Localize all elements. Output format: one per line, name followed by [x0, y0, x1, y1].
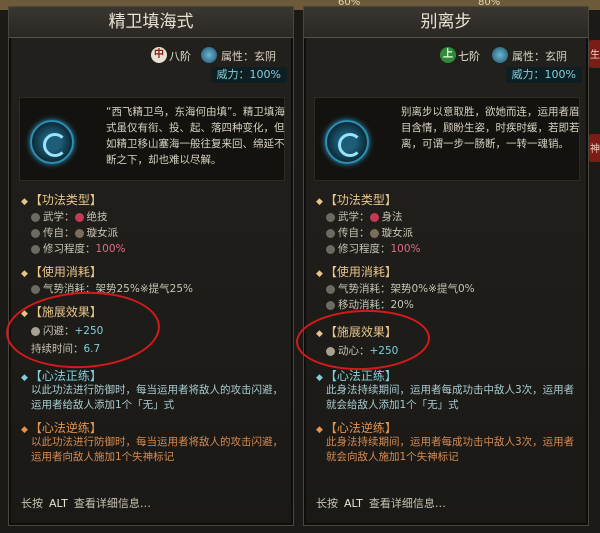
element-icon: [492, 47, 508, 63]
card-title: 别离步: [304, 7, 588, 38]
rank-row: 上 七阶 属性：玄阴: [304, 47, 588, 65]
skill-icon: [30, 120, 74, 164]
effect-header: ◆ 【施展效果】: [316, 325, 397, 339]
rank-badge: 中: [151, 47, 167, 63]
skill-card-bieli: 别离步 上 七阶 属性：玄阴 威力：100% 别离步以意取胜，欲她而连，运用者眉…: [303, 6, 589, 526]
type-row-mastery: 修习程度：100%: [326, 241, 421, 256]
description-text: “西飞精卫鸟，东海何由填”。精卫填海式虽仅有衔、投、起、落四种变化，但如精卫移山…: [106, 106, 285, 166]
cost-row-move: 移动消耗：20%: [326, 297, 414, 312]
type-row-martial: 武学： 绝技: [31, 209, 108, 224]
reverse-text: 以此功法进行防御时，每当运用者将敌人的攻击闪避，运用者向敌人施加1个失神标记: [31, 436, 283, 463]
cost-row: 气势消耗：架势25%※提气25%: [31, 281, 193, 296]
attribute-text: 属性：玄阴: [512, 50, 567, 63]
rank-text: 七阶: [458, 50, 480, 63]
type-row-mastery: 修习程度：100%: [31, 241, 126, 256]
rank-badge: 上: [440, 47, 456, 63]
attribute-text: 属性：玄阴: [221, 50, 276, 63]
effect-header: ◆ 【施展效果】: [21, 305, 102, 319]
effect-row-dodge: 闪避：+250: [31, 323, 103, 338]
skill-card-jingwei: 精卫填海式 中 八阶 属性：玄阴 威力：100% “西飞精卫鸟，东海何由填”。精…: [8, 6, 294, 526]
type-header: ◆ 【功法类型】: [316, 193, 397, 207]
card-title: 精卫填海式: [9, 7, 293, 38]
side-mark-2: 神: [588, 134, 600, 162]
type-header: ◆ 【功法类型】: [21, 193, 102, 207]
skill-icon: [325, 120, 369, 164]
description-box: “西飞精卫鸟，东海何由填”。精卫填海式虽仅有衔、投、起、落四种变化，但如精卫移山…: [19, 97, 285, 181]
cost-header: ◆ 【使用消耗】: [21, 265, 102, 279]
alt-key: ALT: [344, 497, 363, 510]
practice-header: ◆ 【心法正练】: [316, 369, 397, 383]
reverse-header: ◆ 【心法逆练】: [21, 421, 102, 435]
practice-header: ◆ 【心法正练】: [21, 369, 102, 383]
type-row-origin: 传自： 璇女派: [31, 225, 118, 240]
effect-row-duration: 持续时间：6.7: [31, 343, 101, 355]
power-badge: 威力：100%: [210, 67, 287, 83]
practice-text: 以此功法进行防御时，每当运用者将敌人的攻击闪避，运用者给敌人添加1个「无」式: [31, 384, 283, 411]
footer-hint: 长按 ALT 查看详细信息…: [21, 497, 151, 510]
cost-row-stance: 气势消耗：架势0%※提气0%: [326, 281, 475, 296]
practice-text: 此身法持续期间，运用者每成功击中敌人3次，运用者就会给敌人添加1个「无」式: [326, 384, 575, 411]
side-mark-1: 生: [588, 40, 600, 68]
rank-text: 八阶: [169, 50, 191, 63]
alt-key: ALT: [49, 497, 68, 510]
cost-header: ◆ 【使用消耗】: [316, 265, 397, 279]
reverse-header: ◆ 【心法逆练】: [316, 421, 397, 435]
description-text: 别离步以意取胜，欲她而连，运用者眉目含情，顾盼生姿，时疾时缓，若即若离，可谓一步…: [401, 106, 580, 150]
type-row-origin: 传自： 璇女派: [326, 225, 413, 240]
footer-hint: 长按 ALT 查看详细信息…: [316, 497, 446, 510]
description-box: 别离步以意取胜，欲她而连，运用者眉目含情，顾盼生姿，时疾时缓，若即若离，可谓一步…: [314, 97, 580, 181]
effect-row-charm: 动心：+250: [326, 343, 398, 358]
rank-row: 中 八阶 属性：玄阴: [9, 47, 293, 65]
type-row-martial: 武学： 身法: [326, 209, 403, 224]
power-badge: 威力：100%: [505, 67, 582, 83]
reverse-text: 此身法持续期间，运用者每成功击中敌人3次，运用者就会向敌人施加1个失神标记: [326, 436, 575, 463]
element-icon: [201, 47, 217, 63]
